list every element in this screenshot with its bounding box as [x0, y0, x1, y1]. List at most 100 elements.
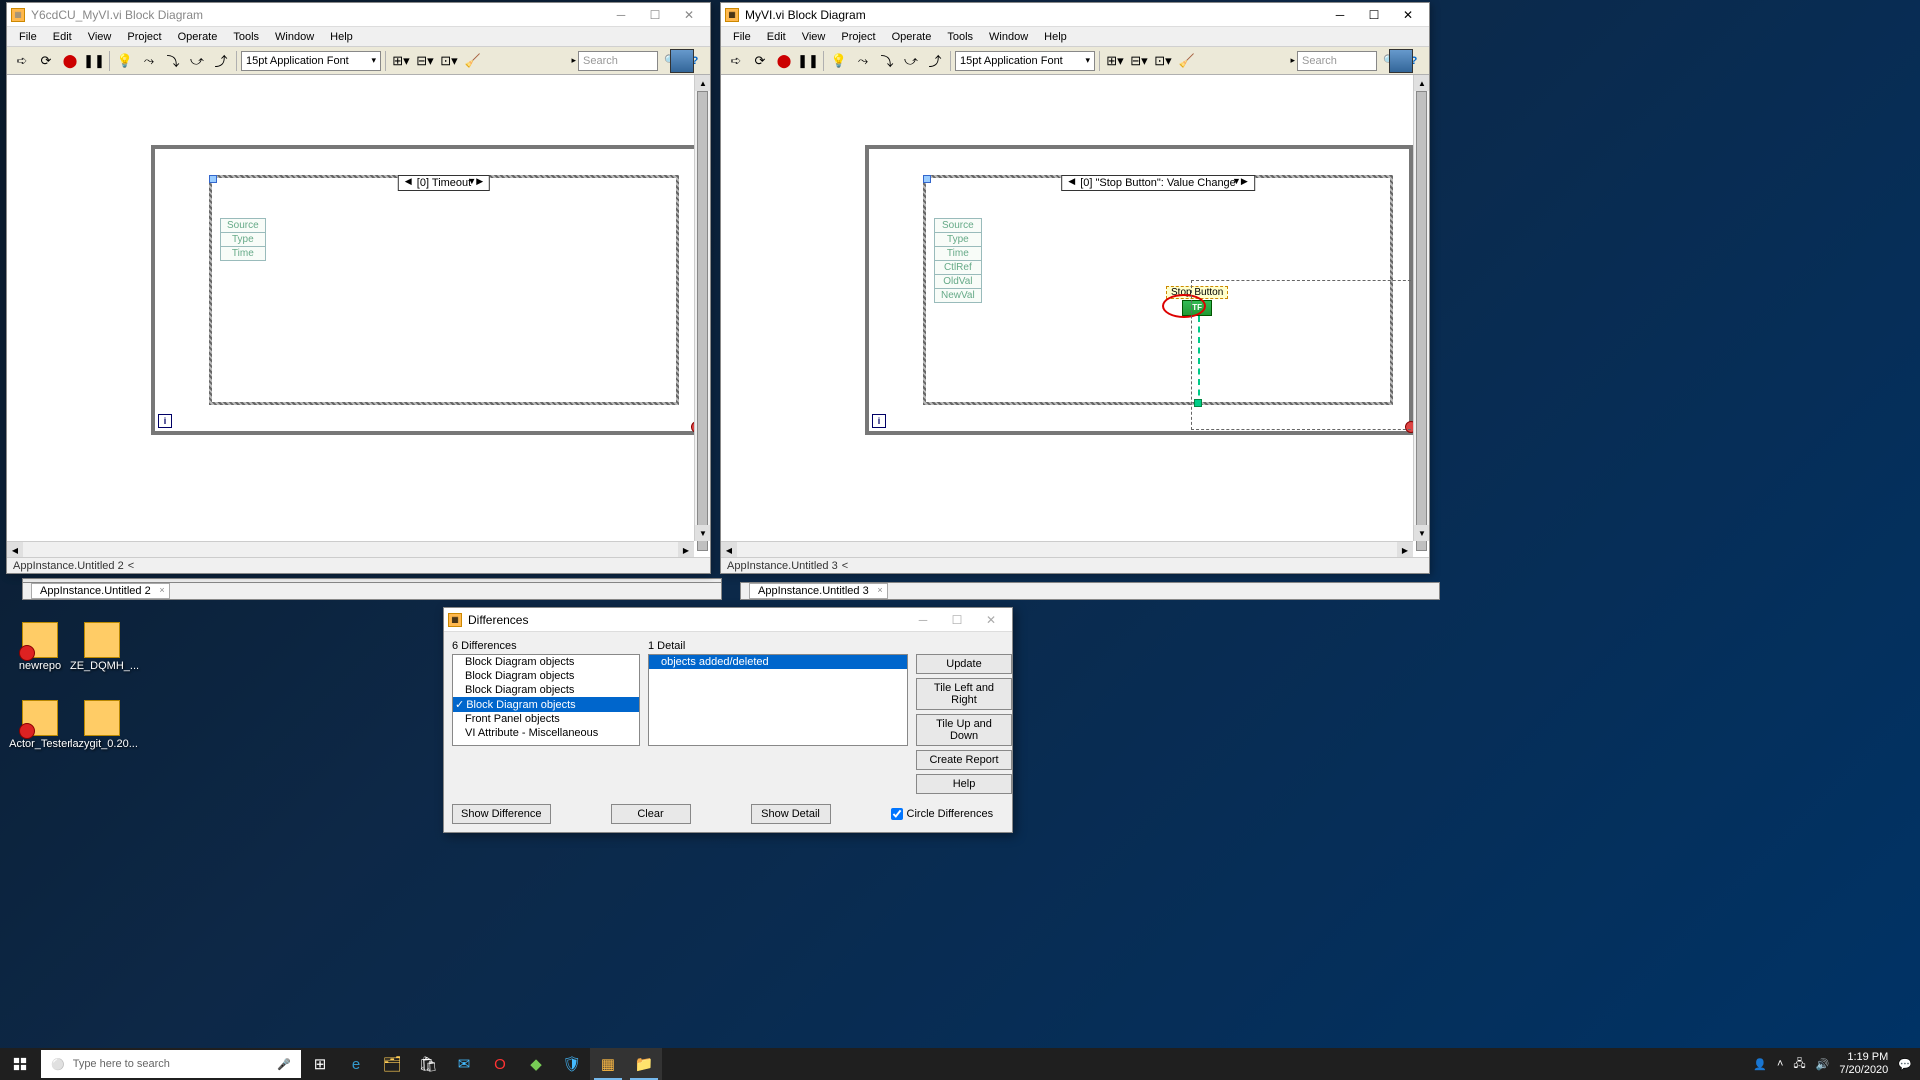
iteration-terminal[interactable]: i	[872, 414, 886, 428]
minimize-button[interactable]: ─	[1323, 4, 1357, 26]
taskbar-clock[interactable]: 1:19 PM 7/20/2020	[1839, 1051, 1888, 1077]
highlight-execution-button[interactable]: 💡	[828, 50, 850, 72]
retain-wires-button[interactable]: ⤳	[852, 50, 874, 72]
list-item-selected[interactable]: objects added/deleted	[649, 655, 907, 669]
run-button[interactable]: ➪	[725, 50, 747, 72]
list-item-selected[interactable]: Block Diagram objects	[453, 697, 639, 712]
close-button[interactable]: ✕	[974, 609, 1008, 631]
cleanup-button[interactable]: 🧹	[1176, 50, 1198, 72]
labview-icon[interactable]: ▦	[590, 1048, 626, 1080]
explorer-window-icon[interactable]: 📁	[626, 1048, 662, 1080]
menu-view[interactable]: View	[794, 29, 834, 45]
menu-operate[interactable]: Operate	[884, 29, 940, 45]
pause-button[interactable]: ❚❚	[83, 50, 105, 72]
block-diagram-canvas[interactable]: i ◀ [0] Timeout ▼▶ Source Type Time	[7, 75, 710, 557]
minimize-button[interactable]: ─	[906, 609, 940, 631]
list-item[interactable]: VI Attribute - Miscellaneous	[453, 726, 639, 740]
next-case-button[interactable]: ▼▶	[463, 176, 487, 187]
close-button[interactable]: ✕	[1391, 4, 1425, 26]
volume-icon[interactable]: 🔊	[1816, 1058, 1830, 1071]
iteration-terminal[interactable]: i	[158, 414, 172, 428]
tile-ud-button[interactable]: Tile Up and Down	[916, 714, 1012, 746]
titlebar[interactable]: ▦ Differences ─ ☐ ✕	[444, 608, 1012, 632]
step-over-button[interactable]: ⤻	[900, 50, 922, 72]
microphone-icon[interactable]: 🎤	[277, 1058, 291, 1071]
detail-list[interactable]: objects added/deleted	[648, 654, 908, 746]
close-button[interactable]: ✕	[672, 4, 706, 26]
align-button[interactable]: ⊞▾	[1104, 50, 1126, 72]
run-continuous-button[interactable]: ⟳	[35, 50, 57, 72]
step-into-button[interactable]: ⤵	[876, 50, 898, 72]
desktop-icon[interactable]: Actor_Tester	[8, 700, 72, 750]
mail-icon[interactable]: ✉	[446, 1048, 482, 1080]
opera-icon[interactable]: O	[482, 1048, 518, 1080]
tray-chevron-icon[interactable]: ˄	[1777, 1058, 1783, 1070]
titlebar[interactable]: ▦ Y6cdCU_MyVI.vi Block Diagram ─ ☐ ✕	[7, 3, 710, 27]
highlight-execution-button[interactable]: 💡	[114, 50, 136, 72]
menu-help[interactable]: Help	[322, 29, 361, 45]
task-view-button[interactable]: ⊞	[302, 1048, 338, 1080]
circle-differences-checkbox[interactable]: Circle Differences	[891, 808, 994, 820]
taskbar-search[interactable]: ⚪ Type here to search 🎤	[41, 1050, 301, 1078]
abort-button[interactable]: ⬤	[59, 50, 81, 72]
next-case-button[interactable]: ▼▶	[1228, 176, 1252, 187]
menu-file[interactable]: File	[725, 29, 759, 45]
system-tray[interactable]: 👤 ˄ 🖧 🔊 1:19 PM 7/20/2020 💬	[1745, 1051, 1920, 1077]
dynamic-events-terminal[interactable]	[209, 175, 217, 183]
step-over-button[interactable]: ⤻	[186, 50, 208, 72]
update-button[interactable]: Update	[916, 654, 1012, 674]
align-button[interactable]: ⊞▾	[390, 50, 412, 72]
retain-wires-button[interactable]: ⤳	[138, 50, 160, 72]
event-data-node[interactable]: Source Type Time CtlRef OldVal NewVal	[934, 218, 982, 303]
prev-case-button[interactable]: ◀	[1064, 176, 1079, 187]
maximize-button[interactable]: ☐	[1357, 4, 1391, 26]
file-explorer-icon[interactable]: 🗂	[374, 1048, 410, 1080]
bg-tab-right[interactable]: AppInstance.Untitled 3	[749, 583, 888, 599]
circle-differences-input[interactable]	[891, 808, 903, 820]
vertical-scrollbar[interactable]: ▲ ▼	[694, 75, 710, 541]
font-selector[interactable]: 15pt Application Font	[955, 51, 1095, 71]
search-input[interactable]: Search	[578, 51, 658, 71]
tile-lr-button[interactable]: Tile Left and Right	[916, 678, 1012, 710]
desktop-icon[interactable]: newrepo	[8, 622, 72, 672]
show-detail-button[interactable]: Show Detail	[751, 804, 831, 824]
menu-project[interactable]: Project	[833, 29, 883, 45]
help-button[interactable]: Help	[916, 774, 1012, 794]
security-icon[interactable]: 🛡	[554, 1048, 590, 1080]
block-diagram-canvas[interactable]: i ◀ [0] "Stop Button": Value Change ▼▶ S…	[721, 75, 1429, 557]
desktop-icon[interactable]: ZE_DQMH_...	[70, 622, 134, 672]
distribute-button[interactable]: ⊟▾	[1128, 50, 1150, 72]
reorder-button[interactable]: ⊡▾	[1152, 50, 1174, 72]
create-report-button[interactable]: Create Report	[916, 750, 1012, 770]
differences-list[interactable]: Block Diagram objects Block Diagram obje…	[452, 654, 640, 746]
start-button[interactable]	[0, 1048, 40, 1080]
abort-button[interactable]: ⬤	[773, 50, 795, 72]
list-item[interactable]: Front Panel objects	[453, 712, 639, 726]
menu-window[interactable]: Window	[267, 29, 322, 45]
event-case-selector[interactable]: ◀ [0] Timeout ▼▶	[398, 175, 490, 191]
dynamic-events-terminal[interactable]	[923, 175, 931, 183]
menu-edit[interactable]: Edit	[45, 29, 80, 45]
list-item[interactable]: Block Diagram objects	[453, 669, 639, 683]
step-out-button[interactable]: ⤴	[924, 50, 946, 72]
event-data-node[interactable]: Source Type Time	[220, 218, 266, 261]
pause-button[interactable]: ❚❚	[797, 50, 819, 72]
show-difference-button[interactable]: Show Difference	[452, 804, 551, 824]
menu-project[interactable]: Project	[119, 29, 169, 45]
maximize-button[interactable]: ☐	[940, 609, 974, 631]
step-out-button[interactable]: ⤴	[210, 50, 232, 72]
store-icon[interactable]: 🛍	[410, 1048, 446, 1080]
list-item[interactable]: Block Diagram objects	[453, 683, 639, 697]
while-loop[interactable]: i ◀ [0] Timeout ▼▶ Source Type Time	[151, 145, 699, 435]
menu-view[interactable]: View	[80, 29, 120, 45]
event-structure[interactable]: ◀ [0] Timeout ▼▶ Source Type Time	[209, 175, 679, 405]
cleanup-button[interactable]: 🧹	[462, 50, 484, 72]
menu-window[interactable]: Window	[981, 29, 1036, 45]
minimize-button[interactable]: ─	[604, 4, 638, 26]
menu-file[interactable]: File	[11, 29, 45, 45]
people-icon[interactable]: 👤	[1753, 1058, 1767, 1071]
reorder-button[interactable]: ⊡▾	[438, 50, 460, 72]
menu-edit[interactable]: Edit	[759, 29, 794, 45]
step-into-button[interactable]: ⤵	[162, 50, 184, 72]
run-continuous-button[interactable]: ⟳	[749, 50, 771, 72]
